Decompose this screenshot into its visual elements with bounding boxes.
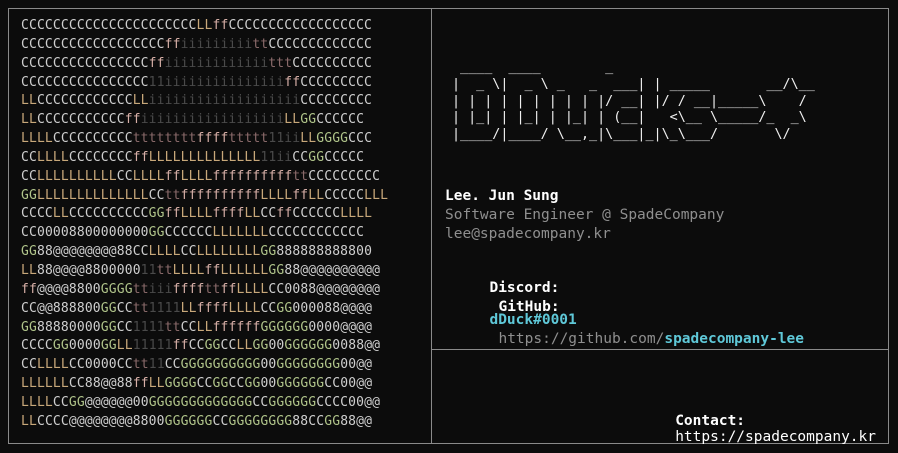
ascii-row: GGLLLLLLLLLLLLLLCCttffffffffffLLLLffLLCC… <box>21 187 389 203</box>
ascii-row: CCLLLLCC0000CCtt11CCGGGGGGGGGG00GGGGGGGG… <box>21 357 373 373</box>
ddduck-logo-ascii: ____ ____ _ | _ \| _ \ _ _ ___| | _____ … <box>452 60 815 143</box>
profile-name: Lee. Jun Sung <box>445 188 559 204</box>
ascii-row: CC00008800000000GGCCCCCCLLLLLLLCCCCCCCCC… <box>21 225 365 241</box>
ascii-row: LLLLCCCCCCCCCCttttttttffffttttt11iiLLGGG… <box>21 131 373 147</box>
github-label: GitHub: <box>498 299 560 315</box>
ascii-row: CCCCCCCCCCCCCCCCCCffiiiiiiiiittCCCCCCCCC… <box>21 36 373 52</box>
ascii-row: LLCCCCCCCCCCCffiiiiiiiiiiiiiiiiiiLLGGCCC… <box>21 112 365 128</box>
ascii-row: CCLLLLCCCCCCCCffLLLLLLLLLLLLLL11iiCCGGCC… <box>21 149 365 165</box>
ascii-row: LLCCCCCCCCCCCCLLiiiiiiiiiiiiiiiiiiiCCCCC… <box>21 93 373 109</box>
ascii-row: LLLLCCGG@@@@@@00GGGGGGGGGGGGGCCGGGGGGCCC… <box>21 394 381 410</box>
ascii-row: LLCCCC@@@@@@@@8800GGGGGGCCGGGGGGGG88CCGG… <box>21 413 373 429</box>
ascii-row: ff@@@@8800GGGGttiiiffffttffLLLLCC0088@@@… <box>21 281 381 297</box>
ascii-row: CCCCGG0000GGLL11111ffCCGGCCLLGG00GGGGGG0… <box>21 338 381 354</box>
horizontal-divider <box>431 349 889 350</box>
github-row: GitHub: https://github.com/spadecompany-… <box>481 283 804 347</box>
github-url-prefix[interactable]: https://github.com/ <box>498 331 664 347</box>
ascii-portrait: CCCCCCCCCCCCCCCCCCCCCCLLffCCCCCCCCCCCCCC… <box>21 17 388 432</box>
ascii-row: CCCCLLCCCCCCCCCCGGffLLLLffffLLCCffCCCCCC… <box>21 206 373 222</box>
contact-url[interactable]: https://spadecompany.kr <box>675 429 876 445</box>
ascii-row: LLLLLLCC88@@88ffLLGGGGCCGGCCGG00GGGGGGCC… <box>21 376 373 392</box>
profile-role: Software Engineer @ SpadeCompany <box>445 207 725 223</box>
ascii-row: GG88880000GGCC1111ttCCLLffffffGGGGGG0000… <box>21 319 373 335</box>
contact-row: Contact: https://spadecompany.kr <box>658 397 876 445</box>
ascii-row: CCCCCCCCCCCCCCCCffiiiiiiiiiiiiitttCCCCCC… <box>21 55 373 71</box>
ascii-row: GG88@@@@@@@@88CCLLLLCCLLLLLLLLGG88888888… <box>21 244 373 260</box>
vertical-divider <box>431 8 432 444</box>
ascii-row: CCCCCCCCCCCCCCCCCCCCCCLLffCCCCCCCCCCCCCC… <box>21 18 373 33</box>
ascii-row: CCLLLLLLLLLLCCLLLLffLLLLffffffffffttCCCC… <box>21 168 381 184</box>
github-username[interactable]: spadecompany-lee <box>664 331 804 347</box>
ascii-row: CCCCCCCCCCCCCCCC11iiiiiiiiiiiiiiiffCCCCC… <box>21 74 373 90</box>
ascii-row: CC@@888800GGCCtt1111LLffffLLLLCCGG000088… <box>21 300 373 316</box>
contact-label: Contact: <box>675 413 746 429</box>
profile-email: lee@spadecompany.kr <box>445 226 611 242</box>
ascii-row: LL88@@@@880000011ttLLLLffLLLLLLGG88@@@@@… <box>21 262 381 278</box>
